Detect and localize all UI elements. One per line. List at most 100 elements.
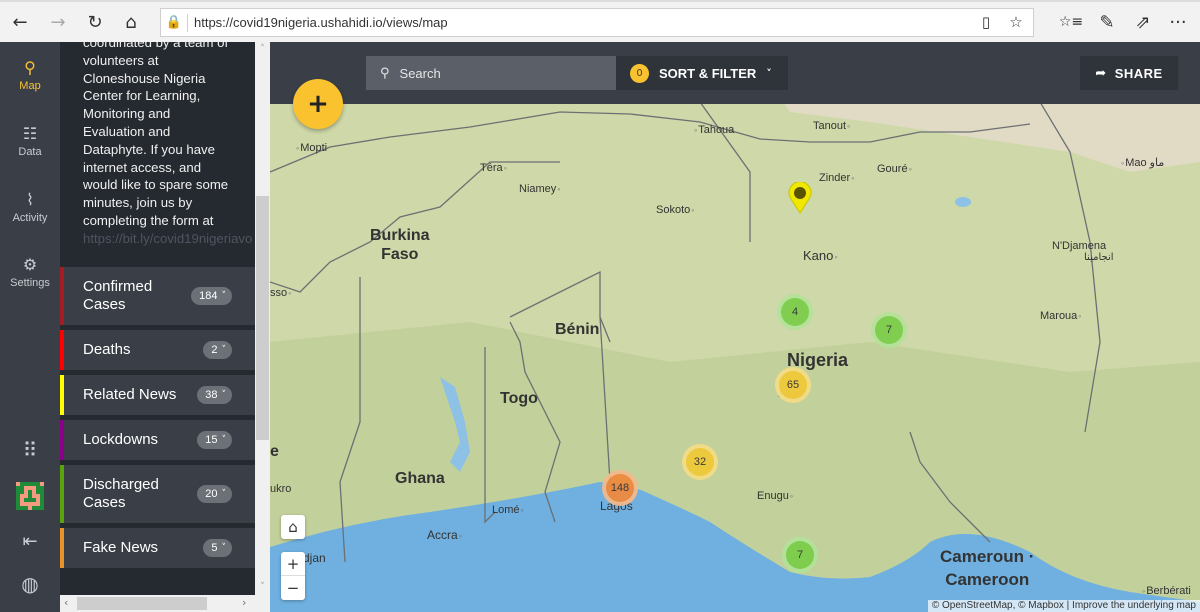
map-view[interactable]: Mopti Tahoua Tanout Téra Niamey Zinder G… — [270, 42, 1200, 612]
form-link[interactable]: https://bit.ly/covid19nigeriavo — [83, 230, 253, 248]
scroll-up-icon[interactable]: ˄ — [255, 44, 270, 54]
home-icon[interactable]: ⌂ — [117, 8, 145, 36]
map-toolbar: ⚲ Search 0 SORT & FILTER ˅ ➦ SHARE — [270, 42, 1200, 104]
mode-context-panel: coordinated by a team of volunteers at C… — [60, 42, 255, 598]
map-label-cote-divoire: e — [270, 443, 279, 460]
category-label: Discharged Cases — [83, 476, 159, 511]
chevron-down-icon: ˅ — [221, 291, 227, 301]
map-label-sokoto: Sokoto — [656, 204, 694, 216]
address-bar[interactable]: 🔒 https://covid19nigeria.ushahidi.io/vie… — [160, 8, 1034, 37]
category-fake-news[interactable]: Fake News 5 ˅ — [60, 528, 255, 568]
zoom-in-button[interactable]: + — [281, 552, 305, 576]
category-lockdowns[interactable]: Lockdowns 15 ˅ — [60, 420, 255, 460]
category-count-badge[interactable]: 15 ˅ — [197, 431, 232, 449]
rail-label: Activity — [12, 212, 48, 224]
cluster-count: 4 — [781, 298, 809, 326]
map-label-zinder: Zinder — [819, 172, 854, 184]
description-line: would like to spare some — [83, 177, 229, 193]
category-label: Related News — [83, 386, 177, 403]
category-confirmed-cases[interactable]: Confirmed Cases 184 ˅ — [60, 267, 255, 325]
map-cluster[interactable]: 4 — [777, 294, 813, 330]
share-button[interactable]: ➦ SHARE — [1080, 56, 1178, 90]
category-count-badge[interactable]: 5 ˅ — [203, 539, 232, 557]
category-deaths[interactable]: Deaths 2 ˅ — [60, 330, 255, 370]
map-label-bobo-dioulasso: sso — [270, 287, 291, 299]
cluster-count: 65 — [779, 371, 807, 399]
pen-icon[interactable]: ✎ — [1093, 8, 1121, 36]
forward-icon[interactable]: → — [44, 8, 72, 36]
map-cluster[interactable]: 65 — [775, 367, 811, 403]
home-icon[interactable]: ⌂ — [281, 515, 305, 539]
category-related-news[interactable]: Related News 38 ˅ — [60, 375, 255, 415]
rail-item-settings[interactable]: ⚙ Settings — [0, 255, 60, 289]
map-cluster[interactable]: 7 — [871, 312, 907, 348]
favorite-star-icon[interactable]: ☆ — [1006, 13, 1026, 33]
scroll-left-icon[interactable]: ‹ — [64, 596, 68, 609]
category-count-badge[interactable]: 38 ˅ — [197, 386, 232, 404]
rail-label: Settings — [10, 277, 50, 289]
refresh-icon[interactable]: ↻ — [81, 8, 109, 36]
apps-grid-icon[interactable]: ⠿ — [0, 438, 60, 463]
cluster-count: 7 — [875, 316, 903, 344]
map-label-burkina-faso: Burkina Faso — [370, 226, 430, 264]
filter-count-badge: 0 — [630, 63, 649, 83]
add-post-button[interactable]: + — [293, 79, 343, 129]
favorites-list-icon[interactable]: ☆≡ — [1057, 8, 1085, 36]
map-zoom-control: + − — [281, 552, 305, 600]
description-line: Cloneshouse Nigeria — [83, 70, 206, 86]
scrollbar-thumb[interactable] — [77, 597, 207, 610]
map-label-tahoua: Tahoua — [694, 124, 734, 136]
ushahidi-globe-icon[interactable]: ◍ — [0, 572, 60, 597]
chevron-down-icon: ˅ — [221, 543, 227, 553]
user-avatar[interactable] — [0, 482, 60, 510]
gear-icon: ⚙ — [22, 255, 38, 274]
category-label: Fake News — [83, 539, 159, 556]
map-label-tera: Téra — [480, 162, 507, 174]
map-label-ghana: Ghana — [395, 470, 445, 487]
activity-pulse-icon: ⌇ — [26, 190, 34, 209]
map-cluster[interactable]: 148 — [602, 470, 638, 506]
map-label-enugu: Enugu — [757, 490, 793, 502]
panel-horizontal-scrollbar[interactable]: ‹ › — [60, 595, 270, 612]
more-icon[interactable]: ··· — [1164, 8, 1192, 36]
map-attribution[interactable]: © OpenStreetMap, © Mapbox | Improve the … — [927, 600, 1200, 612]
label-line: Cameroun · — [940, 547, 1035, 566]
map-cluster[interactable]: 7 — [782, 537, 818, 573]
url-text[interactable]: https://covid19nigeria.ushahidi.io/views… — [194, 15, 448, 30]
share-page-icon[interactable]: ⇗ — [1129, 8, 1157, 36]
map-cluster[interactable]: 32 — [682, 444, 718, 480]
rail-item-data[interactable]: ☷ Data — [0, 124, 60, 158]
reading-view-icon[interactable]: ▯ — [976, 13, 996, 33]
count: 5 — [211, 542, 218, 554]
description-line: Monitoring and — [83, 106, 171, 122]
cluster-count: 148 — [606, 474, 634, 502]
back-icon[interactable]: ← — [6, 8, 34, 36]
avatar-identicon-icon — [16, 482, 44, 510]
description-line: internet access, and — [83, 159, 202, 175]
map-label-yamoussoukro: ukro — [270, 483, 292, 495]
chevron-down-icon: ˅ — [221, 435, 227, 445]
map-marker-pin-icon[interactable] — [788, 182, 812, 214]
scroll-right-icon[interactable]: › — [242, 596, 246, 609]
app: ⚲ Map ☷ Data ⌇ Activity ⚙ Settings ⠿ ⇤ ◍… — [0, 42, 1200, 612]
browser-toolbar: ← → ↻ ⌂ 🔒 https://covid19nigeria.ushahid… — [0, 0, 1200, 42]
rail-item-map[interactable]: ⚲ Map — [0, 58, 60, 92]
count: 20 — [205, 488, 218, 500]
map-label-togo: Togo — [500, 390, 538, 407]
map-label-tanout: Tanout — [813, 120, 850, 132]
panel-vertical-scrollbar[interactable]: ˄ ˅ — [255, 42, 270, 598]
category-count-badge[interactable]: 2 ˅ — [203, 341, 232, 359]
scrollbar-thumb[interactable] — [256, 196, 269, 440]
search-icon: ⚲ — [380, 65, 390, 81]
logout-icon[interactable]: ⇤ — [0, 531, 60, 552]
search-placeholder: Search — [399, 65, 441, 81]
category-count-badge[interactable]: 184 ˅ — [191, 287, 232, 305]
category-count-badge[interactable]: 20 ˅ — [197, 485, 232, 503]
zoom-out-button[interactable]: − — [281, 576, 305, 600]
scroll-down-icon[interactable]: ˅ — [255, 582, 270, 592]
rail-item-activity[interactable]: ⌇ Activity — [0, 190, 60, 224]
sort-filter-button[interactable]: 0 SORT & FILTER ˅ — [616, 56, 788, 90]
map-home-control[interactable]: ⌂ — [281, 515, 305, 539]
category-discharged-cases[interactable]: Discharged Cases 20 ˅ — [60, 465, 255, 523]
search-input[interactable]: ⚲ Search — [366, 56, 616, 90]
